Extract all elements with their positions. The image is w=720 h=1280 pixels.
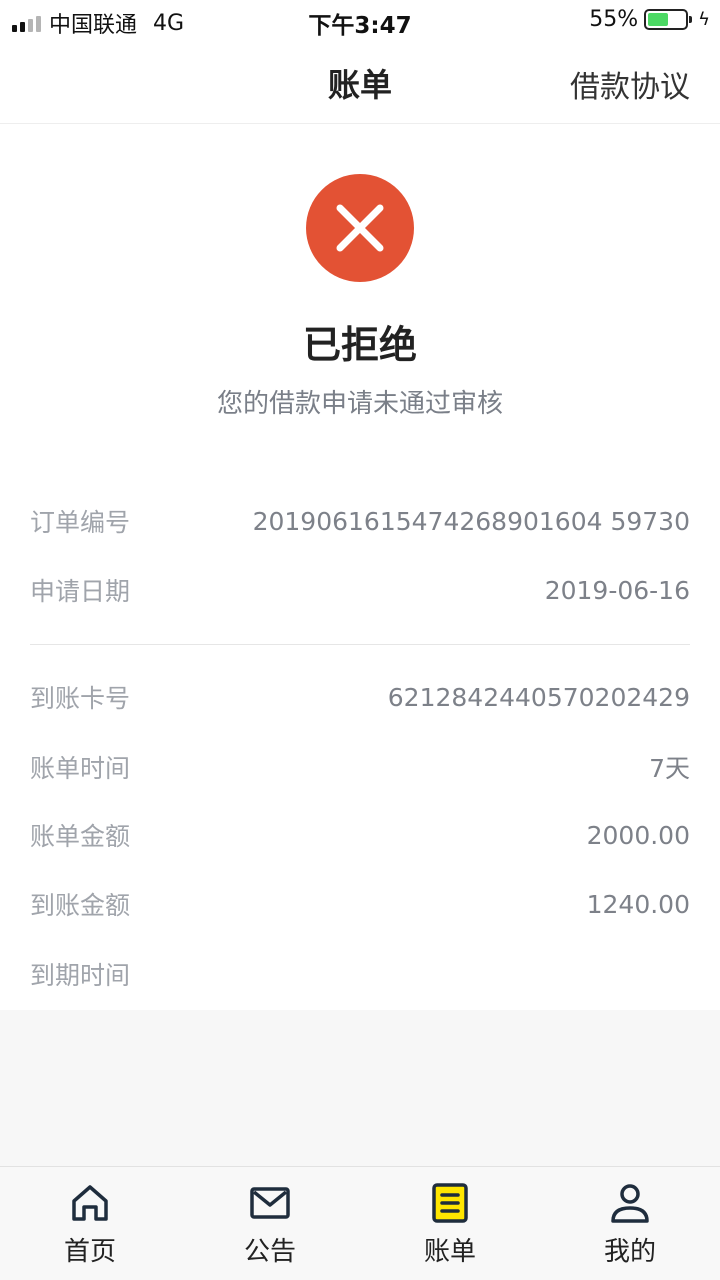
tab-label: 账单 bbox=[423, 1237, 476, 1267]
tab-home[interactable]: 首页 bbox=[0, 1167, 180, 1280]
row-value: 1240.00 bbox=[586, 889, 690, 919]
row-label: 到账金额 bbox=[30, 891, 131, 920]
order-number-row: 订单编号 2019061615474268901604 59730 bbox=[30, 501, 690, 541]
tab-profile[interactable]: 我的 bbox=[540, 1167, 720, 1280]
status-title: 已拒绝 bbox=[302, 323, 417, 367]
tab-notice[interactable]: 公告 bbox=[180, 1167, 360, 1280]
row-label: 账单时间 bbox=[30, 754, 131, 783]
user-icon bbox=[611, 1184, 649, 1223]
charging-icon: ϟ bbox=[698, 9, 710, 30]
row-value: 2019-06-16 bbox=[544, 575, 690, 605]
empty-area bbox=[0, 1010, 720, 1166]
row-label: 订单编号 bbox=[30, 508, 131, 537]
status-description: 您的借款申请未通过审核 bbox=[216, 389, 503, 419]
mail-icon bbox=[250, 1187, 290, 1219]
status-bar: 中国联通 4G 下午3:47 55% ϟ bbox=[0, 0, 720, 40]
row-label: 账单金额 bbox=[30, 822, 131, 851]
tab-label: 我的 bbox=[603, 1237, 656, 1267]
row-value: 2019061615474268901604 59730 bbox=[252, 506, 690, 536]
home-icon bbox=[72, 1185, 108, 1221]
tab-bill[interactable]: 账单 bbox=[360, 1167, 540, 1280]
row-label: 到账卡号 bbox=[30, 684, 131, 713]
due-date-row: 到期时间 bbox=[30, 954, 690, 994]
row-value: 6212842440570202429 bbox=[387, 682, 690, 712]
row-value: 7天 bbox=[649, 754, 690, 783]
status-right: 55% ϟ bbox=[589, 7, 710, 32]
bill-term-row: 账单时间 7天 bbox=[30, 747, 690, 787]
row-value: 2000.00 bbox=[586, 820, 690, 850]
divider bbox=[30, 644, 690, 645]
row-label: 申请日期 bbox=[30, 577, 131, 606]
tab-bar: 首页 公告 账单 我的 bbox=[0, 1166, 720, 1280]
tab-label: 首页 bbox=[63, 1237, 116, 1267]
battery-percent: 55% bbox=[589, 7, 639, 32]
close-icon bbox=[306, 174, 414, 282]
row-label: 到期时间 bbox=[30, 961, 131, 990]
bill-icon bbox=[432, 1183, 468, 1223]
loan-agreement-link[interactable]: 借款协议 bbox=[570, 62, 690, 106]
received-amount-row: 到账金额 1240.00 bbox=[30, 884, 690, 924]
tab-label: 公告 bbox=[243, 1237, 296, 1267]
nav-bar: 账单 借款协议 bbox=[0, 40, 720, 124]
card-number-row: 到账卡号 6212842440570202429 bbox=[30, 677, 690, 717]
battery-icon bbox=[644, 9, 693, 30]
apply-date-row: 申请日期 2019-06-16 bbox=[30, 570, 690, 610]
bill-amount-row: 账单金额 2000.00 bbox=[30, 815, 690, 855]
